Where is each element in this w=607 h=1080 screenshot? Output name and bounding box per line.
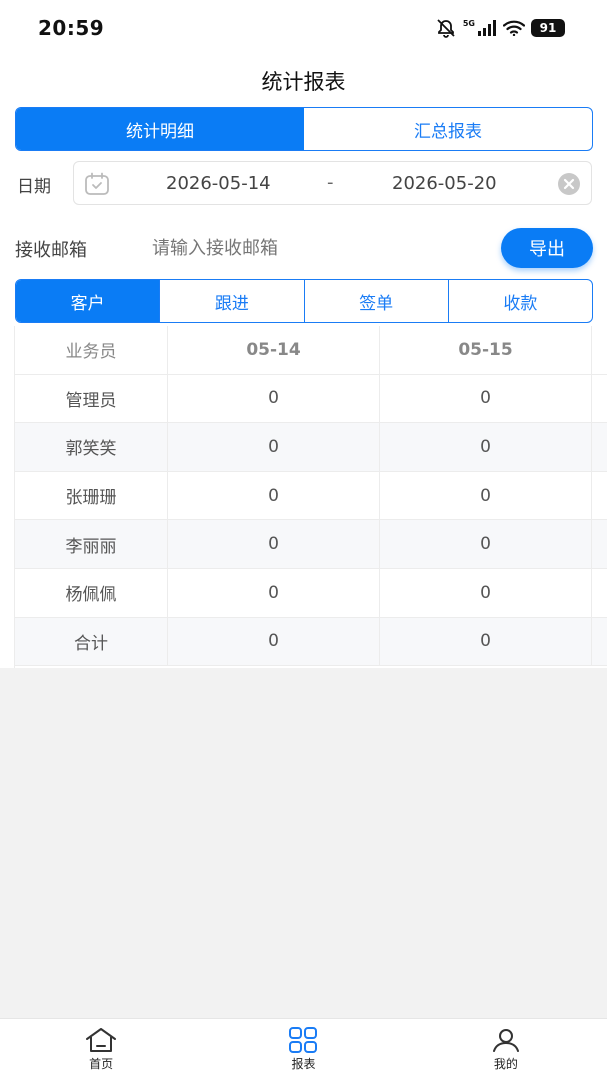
row-value: 0 bbox=[168, 423, 380, 471]
date-separator: - bbox=[327, 172, 334, 193]
nav-item-reports[interactable]: 报表 bbox=[202, 1019, 404, 1080]
tab-payment[interactable]: 收款 bbox=[449, 280, 592, 322]
row-salesperson: 管理员 bbox=[15, 374, 168, 423]
table-header-row: 业务员 05-14 05-15 bbox=[15, 326, 607, 375]
home-icon bbox=[86, 1028, 117, 1052]
calendar-icon bbox=[85, 172, 109, 195]
row-value: 0 bbox=[168, 471, 380, 520]
row-value: 0 bbox=[380, 423, 592, 471]
row-value: 0 bbox=[380, 617, 592, 666]
tab-contract[interactable]: 签单 bbox=[305, 280, 449, 322]
column-header-date: 05-14 bbox=[168, 326, 380, 374]
mute-bell-icon bbox=[437, 19, 455, 38]
table-cell-overflow bbox=[592, 618, 607, 666]
date-label: 日期 bbox=[17, 177, 51, 197]
clear-icon[interactable] bbox=[557, 172, 581, 196]
network-type-label: 5G bbox=[462, 18, 475, 28]
table-row: 杨佩佩 0 0 bbox=[15, 568, 607, 618]
row-value: 0 bbox=[380, 520, 592, 568]
email-input[interactable] bbox=[152, 230, 482, 266]
row-salesperson: 杨佩佩 bbox=[15, 568, 168, 617]
status-bar: 20:59 5G 91 bbox=[0, 0, 607, 56]
table-cell-overflow bbox=[592, 375, 607, 423]
row-value: 0 bbox=[380, 374, 592, 423]
stats-table[interactable]: 业务员 05-14 05-15 管理员 0 0 郭笑笑 0 0 张珊珊 0 0 … bbox=[15, 326, 607, 667]
export-button[interactable]: 导出 bbox=[501, 228, 593, 268]
bottom-nav: 首页 报表 我的 bbox=[0, 1018, 607, 1080]
nav-item-mine[interactable]: 我的 bbox=[405, 1019, 607, 1080]
column-header-date: 05-15 bbox=[380, 326, 592, 374]
user-icon bbox=[492, 1029, 519, 1052]
tab-summary-report[interactable]: 汇总报表 bbox=[304, 108, 592, 150]
table-left-edge bbox=[0, 326, 15, 668]
row-value: 0 bbox=[168, 374, 380, 423]
row-salesperson: 郭笑笑 bbox=[15, 423, 168, 471]
row-value: 0 bbox=[168, 520, 380, 568]
row-total-label: 合计 bbox=[15, 617, 168, 666]
table-cell-overflow bbox=[592, 472, 607, 520]
table-cell-overflow bbox=[592, 569, 607, 617]
column-header-salesperson: 业务员 bbox=[15, 326, 168, 374]
table-row: 郭笑笑 0 0 bbox=[15, 423, 607, 472]
row-value: 0 bbox=[380, 471, 592, 520]
table-row: 李丽丽 0 0 bbox=[15, 520, 607, 569]
nav-label-home: 首页 bbox=[89, 1057, 114, 1071]
nav-item-home[interactable]: 首页 bbox=[0, 1019, 202, 1080]
date-range-picker[interactable]: 2026-05-14 - 2026-05-20 bbox=[73, 161, 592, 205]
table-cell-overflow bbox=[592, 520, 607, 568]
nav-label-mine: 我的 bbox=[493, 1057, 518, 1071]
row-value: 0 bbox=[168, 568, 380, 617]
page-title: 统计报表 bbox=[261, 70, 346, 94]
wifi-icon bbox=[503, 20, 525, 36]
grid-icon bbox=[289, 1027, 318, 1053]
table-cell-overflow bbox=[592, 423, 607, 471]
row-value: 0 bbox=[168, 617, 380, 666]
end-date[interactable]: 2026-05-20 bbox=[392, 173, 497, 194]
table-total-row: 合计 0 0 bbox=[15, 617, 607, 667]
battery-indicator: 91 bbox=[531, 19, 565, 37]
nav-label-reports: 报表 bbox=[291, 1057, 316, 1071]
status-icons: 5G 91 bbox=[435, 18, 565, 38]
tab-detail-stats[interactable]: 统计明细 bbox=[16, 108, 304, 150]
row-salesperson: 张珊珊 bbox=[15, 471, 168, 520]
email-label: 接收邮箱 bbox=[15, 240, 87, 261]
report-type-segment: 统计明细 汇总报表 bbox=[15, 107, 593, 151]
tab-follow-up[interactable]: 跟进 bbox=[160, 280, 305, 322]
table-cell-overflow bbox=[592, 326, 607, 374]
table-row: 张珊珊 0 0 bbox=[15, 471, 607, 521]
status-time: 20:59 bbox=[38, 16, 105, 40]
row-value: 0 bbox=[380, 568, 592, 617]
table-row: 管理员 0 0 bbox=[15, 374, 607, 424]
signal-icon bbox=[478, 20, 496, 36]
start-date[interactable]: 2026-05-14 bbox=[166, 173, 271, 194]
tab-customer[interactable]: 客户 bbox=[16, 280, 161, 322]
category-tabs: 客户 跟进 签单 收款 bbox=[15, 279, 593, 323]
row-salesperson: 李丽丽 bbox=[15, 520, 168, 568]
